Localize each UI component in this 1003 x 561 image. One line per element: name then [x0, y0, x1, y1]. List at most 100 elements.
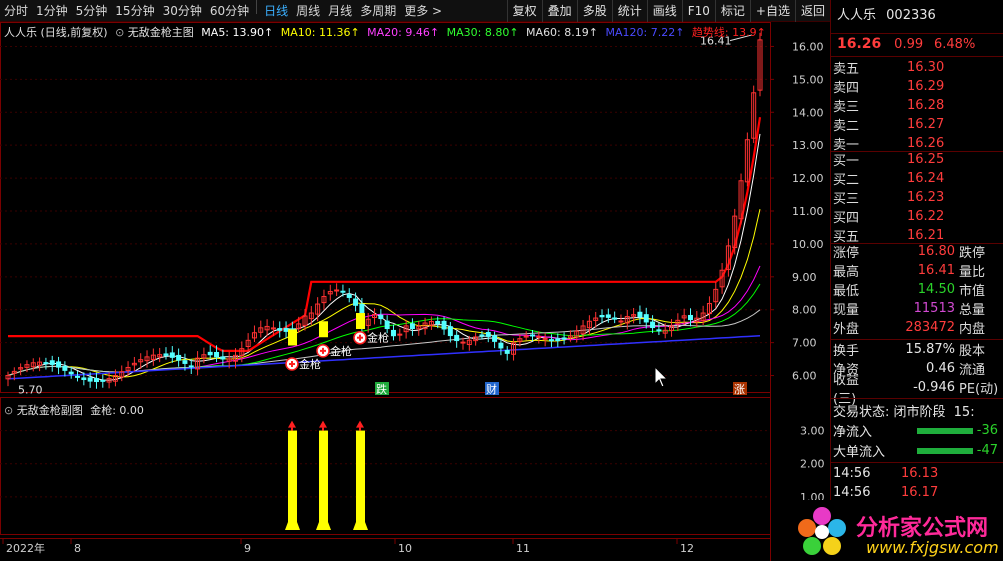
ask-label: 卖三 — [833, 100, 860, 115]
tick-time: 14:56 — [833, 485, 871, 500]
toolbar-button-7[interactable]: +自选 — [749, 0, 795, 22]
sub-indicator-header: ⊙ 无敌金枪副图 金枪: 0.00 — [4, 402, 144, 418]
flower-logo-icon — [798, 507, 846, 555]
ask-row-3: 卖二 16.27 — [831, 115, 1003, 134]
signal-bar-base — [353, 522, 368, 530]
candle-down — [87, 377, 93, 382]
stock-name: 人人乐 — [837, 8, 877, 23]
bid-label: 买二 — [833, 173, 860, 188]
toolbar-button-4[interactable]: 画线 — [646, 0, 682, 22]
stat-label2: 跌停 — [959, 246, 986, 261]
candle-down — [447, 326, 453, 337]
sub-tick-label: 2.00 — [800, 458, 825, 471]
price-tick-label: 11.00 — [792, 205, 824, 218]
period-tab-4[interactable]: 30分钟 — [159, 0, 206, 22]
candle-down — [650, 321, 656, 329]
candle-down — [182, 360, 188, 364]
period-tab-2[interactable]: 5分钟 — [72, 0, 112, 22]
period-tab-1[interactable]: 1分钟 — [32, 0, 72, 22]
ma30-line — [7, 283, 761, 376]
ma120-value: MA120: 7.22↑ — [605, 26, 685, 39]
toolbar-button-2[interactable]: 多股 — [576, 0, 612, 22]
ma60-value: MA60: 8.19↑ — [526, 26, 598, 39]
toolbar-button-6[interactable]: 标记 — [714, 0, 750, 22]
toolbar-button-8[interactable]: 返回 — [794, 0, 830, 22]
signal-label: 金枪 — [367, 331, 389, 345]
collapse-icon[interactable]: ⊙ — [115, 26, 124, 39]
main-indicator-name[interactable]: 无敌金枪主图 — [128, 26, 194, 39]
price-tick-label: 12.00 — [792, 172, 824, 185]
period-tab-10[interactable]: 更多 > — [400, 0, 446, 22]
trade-time: 15: — [953, 405, 975, 420]
candle-down — [169, 352, 175, 358]
date-label: 8 — [74, 542, 81, 555]
signal-bar — [288, 430, 297, 522]
period-tab-6[interactable]: 日线 — [260, 0, 292, 22]
period-tab-9[interactable]: 多周期 — [356, 0, 400, 22]
price-tick-label: 7.00 — [792, 337, 817, 350]
net-inflow-value: -36 — [976, 423, 998, 438]
kline-chart[interactable]: 16.00 15.00 14.00 13.00 12.00 11.00 10.00 9.00 8… — [0, 22, 830, 561]
price-tick-label: 9.00 — [792, 271, 817, 284]
candle-down — [485, 331, 491, 337]
stat-row-0: 涨停 16.80 跌停 — [831, 242, 1003, 261]
candle-up — [523, 335, 529, 338]
candle-down — [56, 361, 62, 368]
candle-down — [378, 314, 384, 320]
ask-row-0: 卖五 16.30 — [831, 58, 1003, 77]
watermark: 分析家公式网 www.fxjgsw.com — [790, 500, 1003, 561]
stock-label: 人人乐 (日线,前复权) — [4, 26, 108, 39]
date-label: 10 — [398, 542, 412, 555]
candle-down — [277, 328, 283, 331]
net-inflow-row: 净流入 -36 — [831, 421, 1003, 440]
period-tab-5[interactable]: 60分钟 — [206, 0, 253, 22]
trend-value: 趋势线: 13.9↑ — [691, 26, 766, 39]
period-tab-7[interactable]: 周线 — [292, 0, 324, 22]
stat-value: 16.80 — [917, 244, 955, 259]
candle-down — [599, 314, 605, 318]
period-tab-0[interactable]: 分时 — [0, 0, 32, 22]
signal-bar-base — [316, 522, 331, 530]
bid-price: 16.24 — [907, 171, 945, 186]
candle-up — [536, 335, 542, 338]
quote-header: 人人乐 002336 — [831, 0, 1003, 34]
bid-price: 16.22 — [907, 209, 945, 224]
candle-down — [163, 353, 169, 356]
signal-arrow-icon — [319, 420, 327, 428]
event-label: 跌 — [376, 382, 387, 396]
event-label: 涨 — [734, 383, 745, 396]
stat-value: 16.41 — [917, 263, 955, 278]
toolbar-button-1[interactable]: 叠加 — [541, 0, 577, 22]
candle-down — [656, 329, 662, 332]
sub-indicator-name[interactable]: 无敌金枪副图 — [17, 404, 83, 417]
stats-list: 涨停 16.80 跌停 最高 16.41 量比 最低 14.50 市值 现量 11513 总量 外盘 28… — [831, 242, 1003, 337]
signal-block — [319, 321, 328, 338]
toolbar-button-5[interactable]: F10 — [681, 0, 715, 22]
signal-arrow-icon — [288, 420, 296, 428]
toolbar-button-0[interactable]: 复权 — [506, 0, 542, 22]
period-tab-8[interactable]: 月线 — [324, 0, 356, 22]
candle-down — [207, 351, 213, 356]
signal-label: 金枪 — [299, 357, 321, 371]
price-tick-label: 10.00 — [792, 238, 824, 251]
toolbar-button-3[interactable]: 统计 — [611, 0, 647, 22]
stat-label: 外盘 — [833, 322, 860, 337]
stat-value: 11513 — [913, 301, 955, 316]
ma5-value: MA5: 13.90↑ — [201, 26, 274, 39]
stat2-value: 15.87% — [905, 342, 955, 357]
watermark-url: www.fxjgsw.com — [866, 538, 999, 557]
signal-arrow-icon — [356, 420, 364, 428]
ask-row-1: 卖四 16.29 — [831, 77, 1003, 96]
ask-list: 卖五 16.30 卖四 16.29 卖三 16.28 卖二 16.27 卖一 16.26 — [831, 58, 1003, 153]
candle-down — [75, 375, 81, 378]
stat2-value: 0.46 — [926, 361, 955, 376]
stat-label: 最低 — [833, 284, 860, 299]
period-tab-3[interactable]: 15分钟 — [111, 0, 158, 22]
signal-bar-base — [285, 522, 300, 530]
candle-up — [618, 320, 624, 323]
toolbar-divider — [256, 0, 258, 14]
tick-time: 14:56 — [833, 466, 871, 481]
sub-collapse-icon[interactable]: ⊙ — [4, 404, 13, 417]
ask-price: 16.27 — [907, 117, 945, 132]
candle-down — [81, 377, 87, 381]
